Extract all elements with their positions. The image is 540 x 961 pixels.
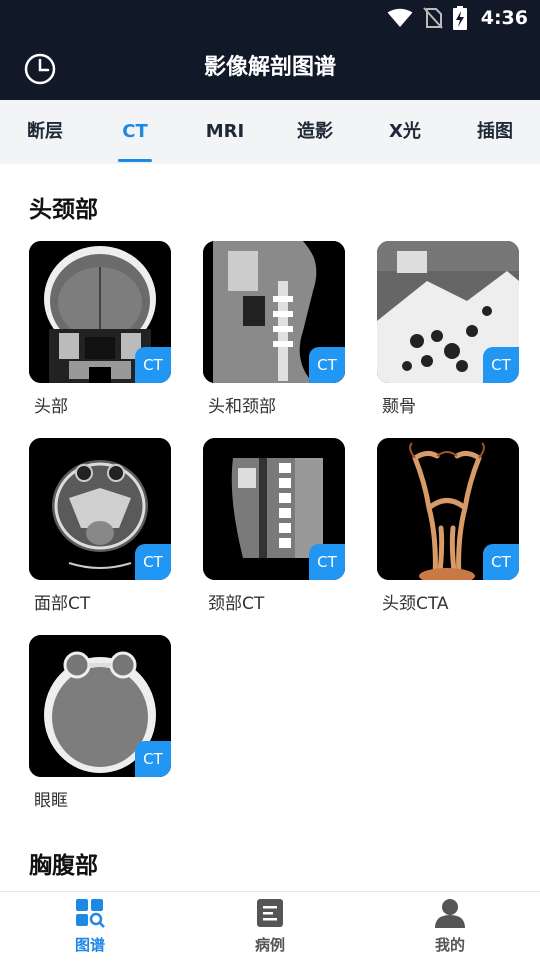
thumbnail-image: CT bbox=[203, 438, 345, 580]
thumbnail-image: CT bbox=[377, 241, 519, 383]
profile-person-icon bbox=[435, 899, 465, 928]
page-title: 影像解剖图谱 bbox=[203, 55, 336, 80]
tab-xray[interactable]: X光 bbox=[360, 100, 450, 164]
history-button[interactable] bbox=[22, 51, 58, 87]
case-document-icon bbox=[257, 899, 283, 927]
ct-badge: CT bbox=[483, 347, 519, 383]
ct-badge: CT bbox=[483, 544, 519, 580]
status-time: 4:36 bbox=[480, 7, 528, 29]
tab-label: MRI bbox=[205, 121, 245, 142]
ct-badge: CT bbox=[135, 544, 171, 580]
ct-badge: CT bbox=[135, 741, 171, 777]
tab-ct[interactable]: CT bbox=[90, 100, 180, 164]
ct-badge: CT bbox=[309, 544, 345, 580]
thumbnail-image: CT bbox=[29, 635, 171, 777]
thumbnail-image: CT bbox=[29, 241, 171, 383]
status-bar: 4:36 bbox=[0, 0, 540, 36]
nav-profile[interactable]: 我的 bbox=[360, 892, 540, 961]
atlas-card-temporal-bone[interactable]: CT 颞骨 bbox=[377, 241, 519, 417]
atlas-card-head[interactable]: CT 头部 bbox=[29, 241, 171, 417]
tab-label: X光 bbox=[389, 121, 421, 142]
atlas-card-orbit[interactable]: CT 眼眶 bbox=[29, 635, 171, 811]
section-title-chest-abdomen: 胸腹部 bbox=[29, 853, 98, 879]
nav-label: 病例 bbox=[254, 936, 285, 954]
card-label: 面部CT bbox=[34, 594, 91, 614]
nav-atlas[interactable]: 图谱 bbox=[0, 892, 180, 961]
atlas-card-face-ct[interactable]: CT 面部CT bbox=[29, 438, 171, 614]
atlas-grid-search-icon bbox=[76, 899, 105, 928]
card-label: 头部 bbox=[34, 397, 68, 417]
card-label: 头颈CTA bbox=[382, 594, 449, 614]
app-bar: 影像解剖图谱 bbox=[0, 36, 540, 100]
tab-label: 断层 bbox=[27, 121, 63, 142]
card-label: 颈部CT bbox=[208, 594, 265, 614]
card-label: 眼眶 bbox=[34, 791, 68, 811]
tab-mri[interactable]: MRI bbox=[180, 100, 270, 164]
card-label: 头和颈部 bbox=[208, 397, 276, 417]
clock-icon bbox=[24, 53, 56, 85]
nav-label: 我的 bbox=[434, 936, 465, 954]
ct-badge: CT bbox=[135, 347, 171, 383]
atlas-card-head-neck-cta[interactable]: CT 头颈CTA bbox=[377, 438, 519, 614]
tab-illustrations[interactable]: 插图 bbox=[450, 100, 540, 164]
tab-label: 插图 bbox=[477, 121, 513, 142]
category-tabs: 断层 CT MRI 造影 X光 插图 bbox=[0, 100, 540, 164]
no-sim-icon bbox=[422, 7, 443, 29]
atlas-card-neck-ct[interactable]: CT 颈部CT bbox=[203, 438, 345, 614]
bottom-nav: 图谱 病例 我的 bbox=[0, 891, 540, 961]
tab-label: CT bbox=[122, 121, 148, 142]
atlas-content[interactable]: 头颈部 CT 头部 CT 头和颈部 CT 颞骨 CT 面部CT CT 颈部CT … bbox=[0, 164, 540, 891]
wifi-icon bbox=[387, 8, 413, 27]
thumbnail-image: CT bbox=[377, 438, 519, 580]
thumbnail-image: CT bbox=[29, 438, 171, 580]
thumbnail-image: CT bbox=[203, 241, 345, 383]
nav-label: 图谱 bbox=[74, 936, 105, 954]
tab-label: 造影 bbox=[297, 121, 333, 142]
ct-badge: CT bbox=[309, 347, 345, 383]
atlas-card-head-neck[interactable]: CT 头和颈部 bbox=[203, 241, 345, 417]
tab-angiography[interactable]: 造影 bbox=[270, 100, 360, 164]
nav-cases[interactable]: 病例 bbox=[180, 892, 360, 961]
tab-tomography[interactable]: 断层 bbox=[0, 100, 90, 164]
battery-charging-icon bbox=[452, 6, 467, 30]
section-title-head-neck: 头颈部 bbox=[29, 197, 98, 223]
card-label: 颞骨 bbox=[382, 397, 416, 417]
tab-active-indicator bbox=[118, 159, 152, 162]
status-icons: 4:36 bbox=[387, 6, 528, 30]
